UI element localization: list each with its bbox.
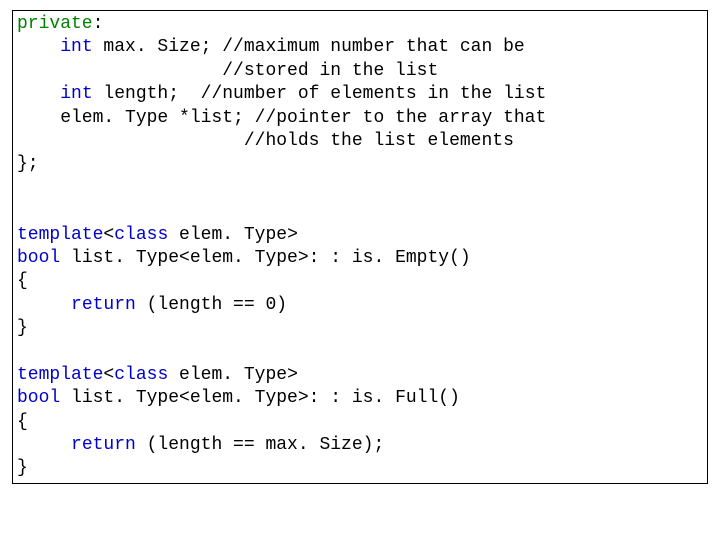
kw-class: class: [114, 225, 168, 245]
code-text: [17, 84, 60, 104]
kw-private: private: [17, 14, 93, 34]
code-text: elem. Type>: [168, 225, 298, 245]
code-text: <: [103, 225, 114, 245]
code-text: elem. Type *list; //pointer to the array…: [17, 108, 546, 128]
code-text: //holds the list elements: [17, 131, 514, 151]
code-text: (length == max. Size);: [136, 435, 384, 455]
code-text: <: [103, 365, 114, 385]
kw-bool: bool: [17, 388, 60, 408]
code-text: }: [17, 458, 28, 478]
kw-int: int: [60, 84, 92, 104]
code-text: list. Type<elem. Type>: : is. Full(): [60, 388, 460, 408]
kw-return: return: [71, 295, 136, 315]
code-text: };: [17, 154, 39, 174]
code-text: :: [93, 14, 104, 34]
code-text: //stored in the list: [17, 61, 438, 81]
code-text: list. Type<elem. Type>: : is. Empty(): [60, 248, 470, 268]
code-text: elem. Type>: [168, 365, 298, 385]
code-text: [17, 37, 60, 57]
code-block: private: int max. Size; //maximum number…: [12, 10, 708, 484]
code-text: [17, 295, 71, 315]
code-text: {: [17, 271, 28, 291]
kw-bool: bool: [17, 248, 60, 268]
code-text: }: [17, 318, 28, 338]
kw-class: class: [114, 365, 168, 385]
code-text: [17, 435, 71, 455]
kw-int: int: [60, 37, 92, 57]
kw-return: return: [71, 435, 136, 455]
kw-template: template: [17, 365, 103, 385]
code-text: max. Size; //maximum number that can be: [93, 37, 525, 57]
code-text: {: [17, 412, 28, 432]
code-text: (length == 0): [136, 295, 287, 315]
kw-template: template: [17, 225, 103, 245]
code-text: length; //number of elements in the list: [93, 84, 547, 104]
